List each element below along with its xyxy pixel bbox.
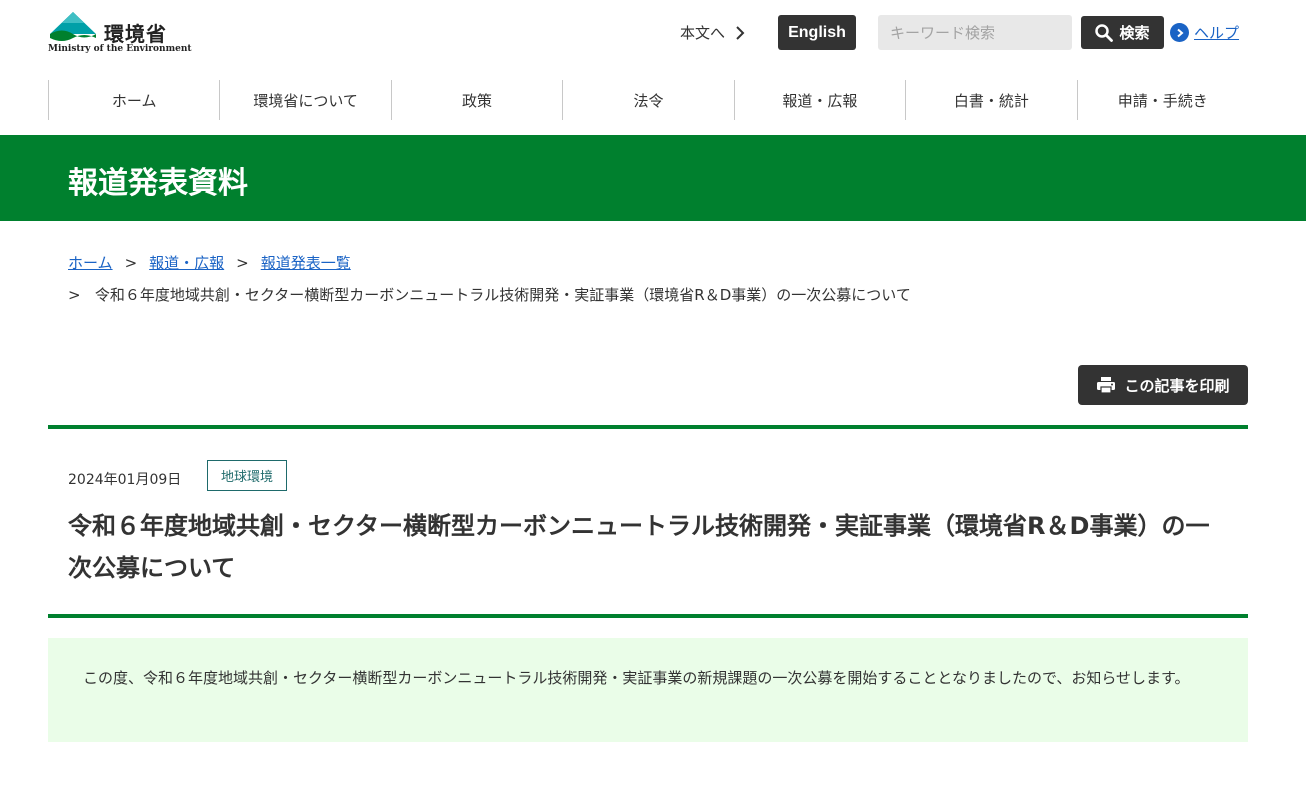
skip-link-label: 本文へ: [680, 24, 726, 42]
skip-to-content-link[interactable]: 本文へ: [680, 22, 745, 43]
breadcrumb-separator: >: [236, 254, 249, 272]
help-link[interactable]: ヘルプ: [1170, 22, 1239, 43]
english-button[interactable]: English: [778, 15, 856, 50]
search-input[interactable]: [878, 15, 1072, 50]
logo-subtitle: Ministry of the Environment: [48, 44, 192, 54]
breadcrumb-current: > 令和６年度地域共創・セクター横断型カーボンニュートラル技術開発・実証事業（環…: [68, 279, 1248, 311]
page-title: 報道発表資料: [68, 166, 248, 201]
nav-item-press[interactable]: 報道・広報: [733, 80, 905, 120]
page-banner: 報道発表資料: [0, 135, 1306, 221]
article-category-tag[interactable]: 地球環境: [207, 460, 287, 491]
breadcrumb-home-link[interactable]: ホーム: [68, 254, 113, 272]
help-chevron-icon: [1170, 23, 1189, 42]
printer-icon: [1097, 377, 1116, 394]
ministry-logo[interactable]: 環境省 Ministry of the Environment: [48, 10, 192, 56]
article-title: 令和６年度地域共創・セクター横断型カーボンニュートラル技術開発・実証事業（環境省…: [68, 512, 1210, 582]
nav-item-application[interactable]: 申請・手続き: [1076, 80, 1248, 120]
breadcrumb-press-link[interactable]: 報道・広報: [149, 254, 224, 272]
nav-item-whitepaper[interactable]: 白書・統計: [905, 80, 1076, 120]
search-button[interactable]: 検索: [1081, 16, 1164, 49]
article-summary-box: この度、令和６年度地域共創・セクター横断型カーボンニュートラル技術開発・実証事業…: [48, 638, 1248, 742]
print-article-button[interactable]: この記事を印刷: [1078, 365, 1248, 405]
breadcrumb-separator: >: [68, 286, 81, 304]
logo-text: 環境省: [104, 22, 167, 46]
article-rule-top: [48, 425, 1248, 429]
search-icon: [1095, 23, 1114, 42]
help-label: ヘルプ: [1194, 24, 1240, 42]
article-date: 2024年01月09日: [68, 472, 182, 488]
breadcrumb-separator: >: [124, 254, 138, 272]
search-button-label: 検索: [1119, 24, 1150, 42]
breadcrumb-list-link[interactable]: 報道発表一覧: [261, 254, 351, 272]
ministry-logo-icon: [50, 12, 96, 41]
nav-item-law[interactable]: 法令: [562, 80, 733, 120]
nav-item-about[interactable]: 環境省について: [219, 80, 390, 120]
breadcrumb: ホーム > 報道・広報 > 報道発表一覧 > 令和６年度地域共創・セクター横断型カーボン…: [68, 247, 1248, 311]
breadcrumb-current-label: 令和６年度地域共創・セクター横断型カーボンニュートラル技術開発・実証事業（環境省…: [94, 286, 911, 304]
nav-item-policy[interactable]: 政策: [390, 80, 562, 120]
global-nav: ホーム 環境省について 政策 法令 報道・広報 白書・統計 申請・手続き: [48, 80, 1248, 120]
nav-item-home[interactable]: ホーム: [48, 80, 219, 120]
article-summary: この度、令和６年度地域共創・セクター横断型カーボンニュートラル技術開発・実証事業…: [83, 669, 1190, 687]
chevron-right-icon: [736, 25, 745, 40]
print-button-label: この記事を印刷: [1124, 376, 1230, 395]
article-rule-bottom: [48, 614, 1248, 618]
